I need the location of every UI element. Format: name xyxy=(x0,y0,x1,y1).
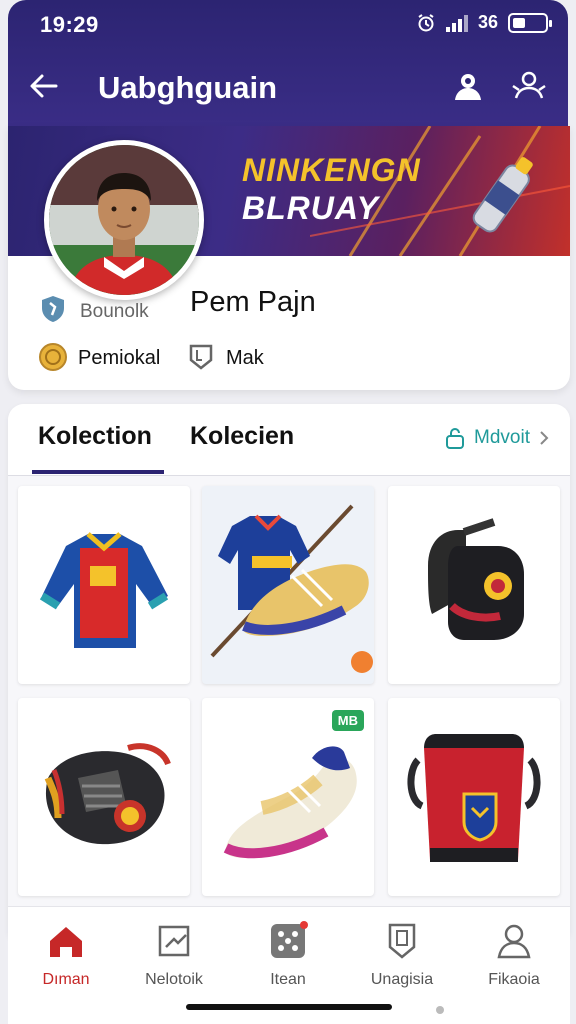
nav-stats-label: Nelotoik xyxy=(145,971,203,988)
banner-title-2: BLRUAY xyxy=(242,190,379,226)
collection-item[interactable]: MB xyxy=(202,698,374,896)
page-dot xyxy=(436,1006,444,1014)
avatar[interactable] xyxy=(44,140,204,300)
profile-card: NINKENGN BLRUAY Bounolk Pem Pajn Pemioka… xyxy=(8,126,570,390)
tab-collection-alt[interactable]: Kolecien xyxy=(190,422,294,451)
nav-items[interactable]: Itean xyxy=(238,921,338,1001)
dice-icon xyxy=(271,921,308,958)
active-tab-indicator xyxy=(32,470,164,474)
meta-label-2: Pemiokal xyxy=(78,347,161,369)
shield-outline-icon xyxy=(189,344,213,370)
page-title: Uabghguain xyxy=(98,70,278,105)
lock-icon xyxy=(446,428,465,449)
shin-guard-icon xyxy=(428,518,524,640)
nav-home-label: Dıman xyxy=(42,971,90,988)
jersey-icon xyxy=(39,532,169,648)
nav-shield-label: Unagisia xyxy=(370,971,434,988)
jersey-boot-icon xyxy=(210,504,373,673)
user-account-icon[interactable] xyxy=(450,68,486,104)
team-icon[interactable] xyxy=(510,68,548,106)
knee-pad-icon xyxy=(44,743,171,845)
collection-item[interactable] xyxy=(388,698,560,896)
boot-icon xyxy=(223,746,357,859)
home-icon xyxy=(50,927,82,957)
signal-icon xyxy=(445,14,468,32)
chart-icon xyxy=(158,925,190,957)
collection-item[interactable] xyxy=(18,698,190,896)
alarm-icon xyxy=(418,13,434,31)
shield-icon xyxy=(388,923,416,959)
player-name: Pem Pajn xyxy=(190,286,316,318)
medal-icon xyxy=(39,343,67,371)
meta-label-3: Mak xyxy=(226,347,264,369)
network-label: 36 xyxy=(477,12,498,32)
app-header: 19:29 36 Uabghguain xyxy=(8,0,568,126)
nav-stats[interactable]: Nelotoik xyxy=(124,921,224,1001)
collection-section: Kolection Kolecien Mdvoit MB xyxy=(8,404,570,944)
status-icons: 36 xyxy=(416,12,552,33)
player-badge-icon xyxy=(42,296,64,322)
collection-item[interactable] xyxy=(18,486,190,684)
arrow-left-icon[interactable] xyxy=(26,68,62,104)
nav-profile-label: Fikaoia xyxy=(488,971,540,988)
banner-title-1: NINKENGN xyxy=(242,152,421,188)
battery-icon xyxy=(508,12,552,33)
nav-home[interactable]: Dıman xyxy=(16,921,116,1001)
home-indicator[interactable] xyxy=(186,1004,392,1010)
meta-label-1: Bounolk xyxy=(80,301,149,322)
tab-collection[interactable]: Kolection xyxy=(38,422,152,451)
more-link[interactable]: Mdvoit xyxy=(444,426,550,450)
more-label: Mdvoit xyxy=(474,427,530,448)
bottle-icon xyxy=(472,157,533,233)
chevron-right-icon xyxy=(540,431,549,445)
bag-icon xyxy=(407,734,541,862)
nav-items-label: Itean xyxy=(270,971,306,988)
status-bar: 19:29 36 xyxy=(8,0,568,52)
app-bar: Uabghguain xyxy=(8,62,568,112)
player-photo xyxy=(49,145,199,295)
collection-item[interactable] xyxy=(202,486,374,684)
status-time: 19:29 xyxy=(40,12,99,37)
profile-icon xyxy=(497,924,531,959)
nav-profile[interactable]: Fikaoia xyxy=(464,921,564,1001)
collection-item[interactable] xyxy=(388,486,560,684)
collection-tabs: Kolection Kolecien Mdvoit xyxy=(8,404,570,476)
nav-shield[interactable]: Unagisia xyxy=(352,921,452,1001)
